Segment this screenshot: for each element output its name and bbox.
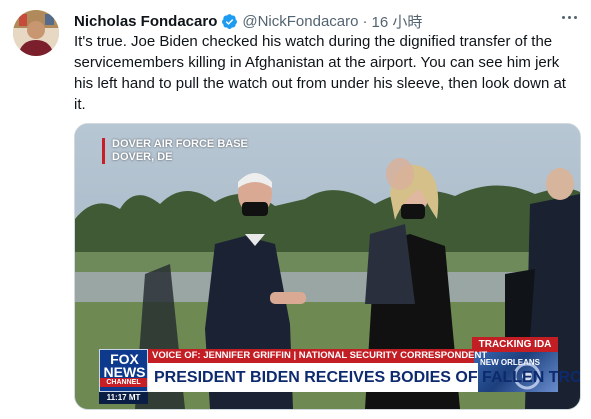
tweet-header: Nicholas Fondacaro @NickFondacaro · 16 小… <box>74 10 577 32</box>
verified-badge-icon <box>222 13 238 29</box>
tweet-video[interactable]: DOVER AIR FORCE BASE DOVER, DE TRACKING … <box>74 123 581 410</box>
fox-news-logo: FOX NEWS CHANNEL <box>99 349 148 392</box>
broadcast-time: 11:17 MT <box>99 392 148 404</box>
voice-of-bar: VOICE OF: JENNIFER GRIFFIN | NATIONAL SE… <box>148 349 487 363</box>
more-options-icon[interactable] <box>555 6 583 28</box>
chyron-headline: PRESIDENT BIDEN RECEIVES BODIES OF FALLE… <box>148 363 580 392</box>
location-line2: DOVER, DE <box>112 151 173 163</box>
location-caption: DOVER AIR FORCE BASE DOVER, DE <box>102 138 248 164</box>
tweet-timestamp[interactable]: 16 小時 <box>371 11 422 32</box>
avatar-photo-icon <box>13 10 59 56</box>
author-avatar[interactable] <box>13 10 59 56</box>
location-line1: DOVER AIR FORCE BASE <box>112 138 248 150</box>
logo-sub: CHANNEL <box>100 378 147 387</box>
separator-dot: · <box>362 12 368 30</box>
tweet-text: It's true. Joe Biden checked his watch d… <box>74 33 571 113</box>
author-handle[interactable]: @NickFondacaro <box>242 13 358 30</box>
author-name[interactable]: Nicholas Fondacaro <box>74 13 217 30</box>
tweet[interactable]: Nicholas Fondacaro @NickFondacaro · 16 小… <box>0 0 591 419</box>
